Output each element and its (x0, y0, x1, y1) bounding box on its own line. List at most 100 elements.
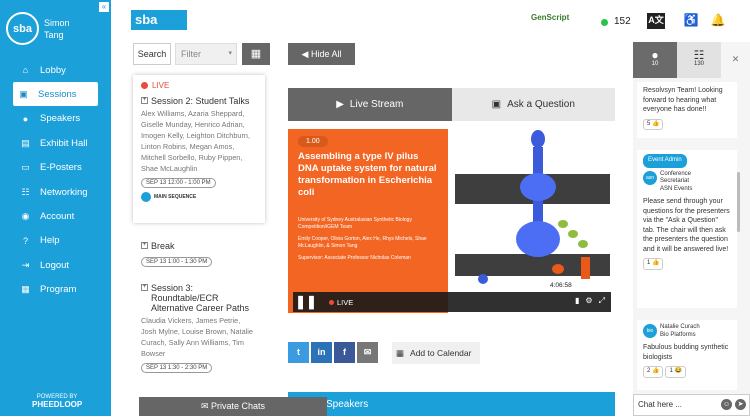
user-profile[interactable]: sba Simon Tang (6, 12, 70, 45)
protein-shape (520, 173, 556, 201)
filter-select[interactable]: Filter ▾ (175, 43, 237, 65)
monitor-icon: ▭ (21, 162, 30, 173)
hide-all-button[interactable]: ◀ Hide All (288, 43, 355, 65)
expand-icon[interactable]: + (141, 284, 148, 291)
player-live-indicator: LIVE (329, 298, 353, 307)
add-to-calendar-button[interactable]: ▦ Add to Calendar (392, 342, 480, 364)
private-chats-button[interactable]: ✉ Private Chats (139, 397, 327, 416)
online-indicator-icon (601, 19, 608, 26)
video-player[interactable]: 1.00 Assembling a type IV pilus DNA upta… (288, 129, 615, 313)
session-list: LIVE + Session 2: Student Talks Alex Will… (133, 75, 265, 379)
pause-icon[interactable]: ❚❚ (293, 294, 319, 310)
accessibility-icon[interactable]: ♿ (682, 13, 700, 29)
video-area: ▶ Live Stream ▣ Ask a Question 1.00 Assemb… (288, 88, 615, 313)
sidebar-item-networking[interactable]: ☷ Networking (0, 180, 111, 204)
chat-panel: ● 10 ☷ 130 ✕ Resolvsyn Team! Looking forwa… (633, 42, 750, 416)
avatar: bio (643, 324, 657, 338)
share-buttons: t in f ✉ (288, 342, 378, 363)
sidebar-item-program[interactable]: ▦ Program (0, 278, 111, 302)
message-author: bio Natalie Curach Bio Platforms (643, 324, 731, 339)
session-time: SEP 13 1:00 - 1:30 PM (141, 257, 213, 267)
sidebar-item-e-posters[interactable]: ▭ E-Posters (0, 156, 111, 180)
email-button[interactable]: ✉ (357, 342, 378, 363)
like-button[interactable]: 1 😂 (665, 366, 686, 378)
settings-icon[interactable]: ⚙ (585, 296, 592, 306)
calendar-icon: ▦ (396, 348, 405, 358)
protein-shape (552, 264, 564, 274)
tab-people[interactable]: ☷ 130 (677, 42, 721, 78)
player-controls: ❚❚ LIVE 4:06:58 ▮ ⚙ ⤢ (293, 282, 611, 312)
session-title[interactable]: + Session 2: Student Talks (141, 96, 257, 106)
session-card[interactable]: + Break SEP 13 1:00 - 1:30 PM (133, 235, 265, 273)
like-button[interactable]: 2 👍 (643, 366, 664, 378)
sba-logo[interactable]: sba (131, 10, 187, 30)
linkedin-button[interactable]: in (311, 342, 332, 363)
chat-panel-tabs: ● 10 ☷ 130 ✕ (633, 42, 750, 78)
slide-body: University of Sydney Australasian Synthe… (298, 217, 427, 261)
expand-icon[interactable]: + (141, 97, 148, 104)
play-circle-icon: ▶ (336, 99, 344, 110)
session-card[interactable]: + Session 3: Roundtable/ECR Alternative C… (133, 277, 265, 379)
logout-icon: ⇥ (21, 259, 30, 270)
like-button[interactable]: 5 👍 (643, 118, 664, 130)
pilus-diagram (455, 130, 610, 284)
calendar-icon: ▣ (19, 88, 28, 99)
presentation-slide: 1.00 Assembling a type IV pilus DNA upta… (288, 129, 448, 313)
facebook-button[interactable]: f (334, 342, 355, 363)
avatar: asn (643, 170, 657, 185)
send-icon[interactable]: ➤ (735, 399, 746, 410)
collapse-sidebar-button[interactable]: « (99, 2, 109, 12)
dna-bead (558, 220, 568, 228)
translate-icon[interactable]: A文 (647, 13, 665, 29)
protein-shape (478, 274, 488, 284)
live-dot-icon (141, 82, 148, 89)
calendar-button[interactable]: ▦ (242, 43, 270, 65)
bell-icon[interactable]: 🔔 (709, 13, 727, 29)
tab-live-stream[interactable]: ▶ Live Stream (288, 88, 452, 121)
close-panel-icon[interactable]: ✕ (721, 42, 750, 78)
people-icon: ☷ (21, 186, 30, 197)
session-title[interactable]: + Session 3: Roundtable/ECR Alternative C… (141, 283, 257, 313)
sidebar-item-help[interactable]: ? Help (0, 229, 111, 253)
video-tabs: ▶ Live Stream ▣ Ask a Question (288, 88, 615, 121)
dna-bead (568, 230, 578, 238)
chevron-down-icon: ▾ (228, 50, 232, 57)
chat-message: Resolvsyn Team! Looking forward to heari… (637, 82, 737, 138)
sidebar-item-sessions[interactable]: ▣ Sessions (13, 82, 98, 107)
tab-ask-question[interactable]: ▣ Ask a Question (451, 88, 615, 121)
session-speakers: Alex Williams, Azaria Sheppard, Giselle … (141, 109, 250, 173)
tab-chat[interactable]: ● 10 (633, 42, 677, 78)
sidebar-item-logout[interactable]: ⇥ Logout (0, 253, 111, 277)
session-speakers: Claudia Vickers, James Petrie, Josh Myln… (141, 316, 253, 358)
session-card[interactable]: LIVE + Session 2: Student Talks Alex Will… (133, 75, 265, 223)
emoji-icon[interactable]: ☺ (721, 399, 732, 410)
chat-icon: ● (651, 48, 659, 62)
chat-input[interactable]: Chat here ... ☺ ➤ (633, 394, 750, 416)
event-admin-badge: Event Admin (643, 154, 687, 168)
search-button[interactable]: Search (133, 43, 171, 65)
book-icon: ▦ (21, 284, 30, 295)
chat-message: Event Admin asn Conference Secretariat ASN… (637, 150, 737, 308)
twitter-button[interactable]: t (288, 342, 309, 363)
sponsor-logo[interactable]: GenScript (531, 13, 569, 22)
sidebar: « sba Simon Tang ⌂ Lobby ▣ Sessions ● Speak… (0, 0, 111, 416)
expand-icon[interactable]: + (141, 242, 148, 249)
chat-scrollbar[interactable] (737, 172, 740, 232)
slide-title: Assembling a type IV pilus DNA uptake sy… (298, 151, 437, 198)
person-icon: ● (22, 113, 29, 124)
user-circle-icon: ◉ (21, 211, 30, 222)
fullscreen-icon[interactable]: ⤢ (599, 296, 605, 306)
sidebar-item-lobby[interactable]: ⌂ Lobby (0, 58, 111, 82)
player-icons: ▮ ⚙ ⤢ (575, 296, 605, 306)
protein-shape (531, 130, 545, 148)
like-button[interactable]: 1 👍 (643, 258, 664, 270)
volume-icon[interactable]: ▮ (575, 296, 579, 306)
session-title[interactable]: + Break (141, 241, 257, 251)
sidebar-item-exhibit-hall[interactable]: ▤ Exhibit Hall (0, 131, 111, 155)
speakers-section-header[interactable]: Speakers (288, 392, 615, 416)
session-time: SEP 13 1:30 - 2:30 PM (141, 363, 213, 373)
message-author: asn Conference Secretariat ASN Events (643, 170, 731, 194)
sidebar-item-speakers[interactable]: ● Speakers (0, 107, 111, 131)
people-icon: ☷ (693, 48, 705, 62)
sidebar-item-account[interactable]: ◉ Account (0, 204, 111, 228)
